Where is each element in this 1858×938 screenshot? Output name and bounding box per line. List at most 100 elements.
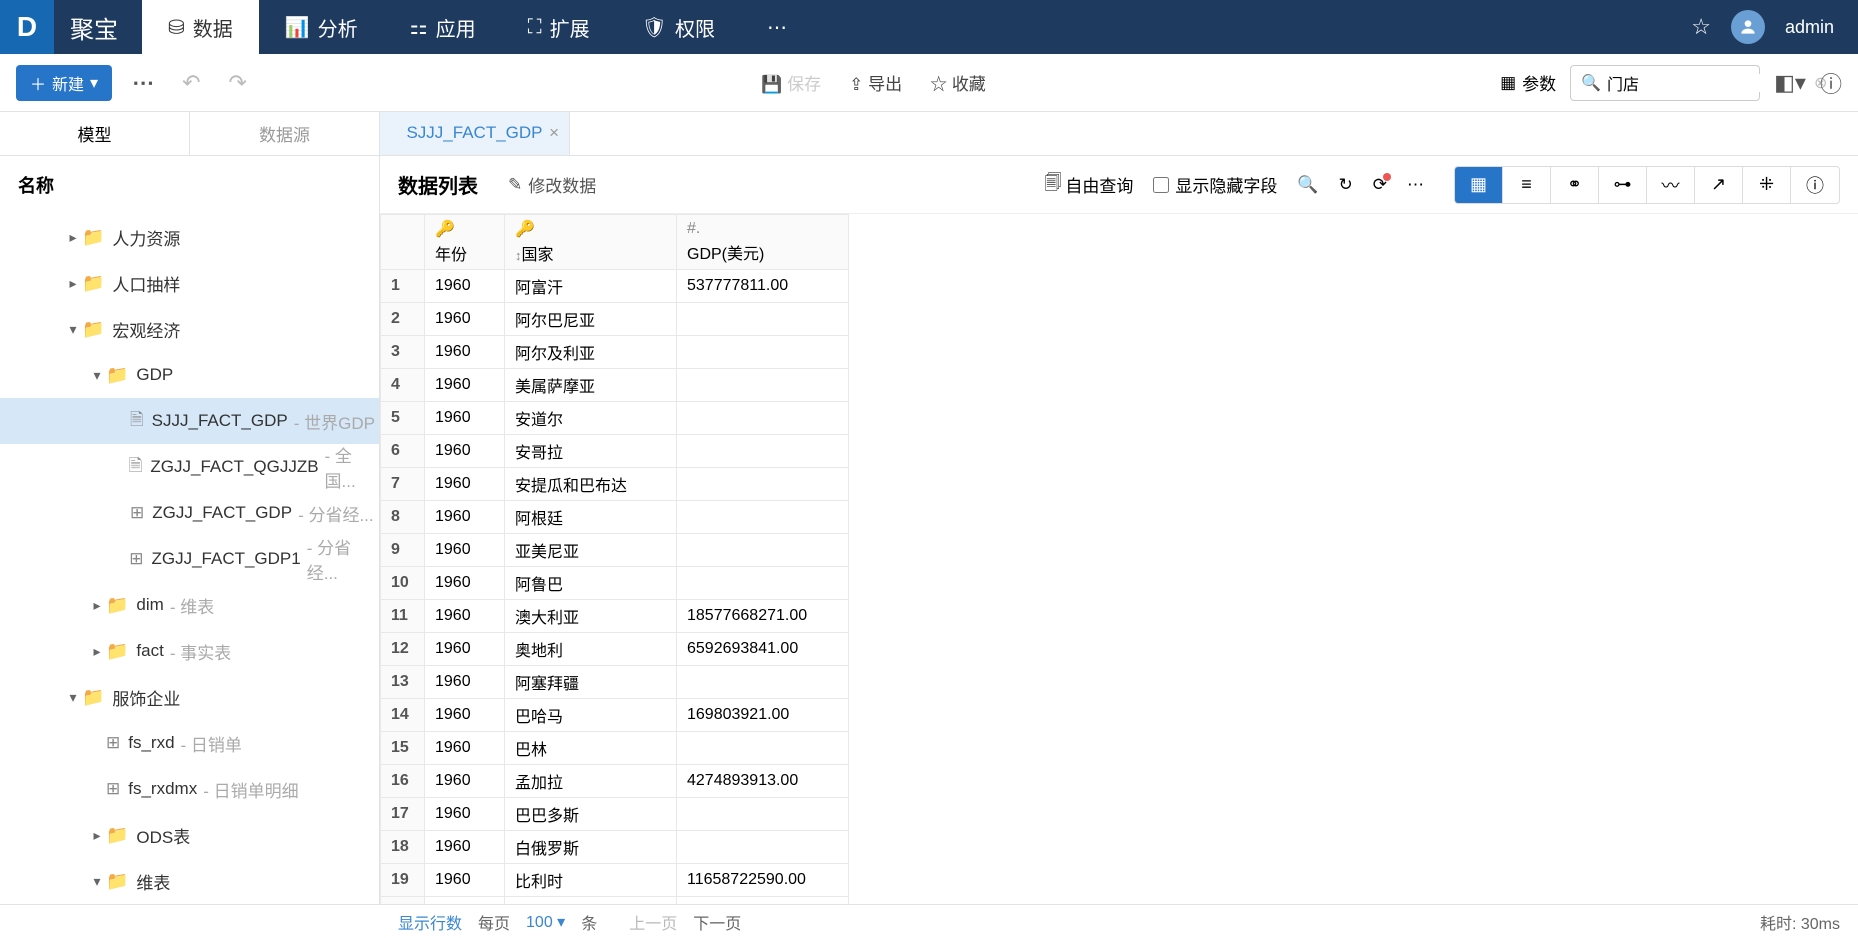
tree-label: 维表 xyxy=(136,869,170,894)
close-icon[interactable]: × xyxy=(549,123,559,143)
tree-folder[interactable]: ▾📁服饰企业 xyxy=(0,674,379,720)
view-list-button[interactable]: ≡ xyxy=(1503,167,1551,203)
export-button[interactable]: ⇪ 导出 xyxy=(849,70,902,95)
table-row[interactable]: 171960巴巴多斯 xyxy=(381,798,849,831)
avatar[interactable] xyxy=(1731,10,1765,44)
cell-country: 白俄罗斯 xyxy=(505,831,677,864)
table-row[interactable]: 201960伯利兹28071888.00 xyxy=(381,897,849,905)
cell-rownum: 6 xyxy=(381,435,425,468)
more-button[interactable]: ⋯ xyxy=(1407,175,1424,195)
table-row[interactable]: 101960阿鲁巴 xyxy=(381,567,849,600)
search-button[interactable]: 🔍 xyxy=(1297,175,1318,195)
search-box[interactable]: 🔍 ⊗ xyxy=(1570,65,1760,101)
tree-folder[interactable]: ▸📁fact - 事实表 xyxy=(0,628,379,674)
nav-tab-data[interactable]: ⛁数据 xyxy=(142,0,259,54)
save-button[interactable]: 💾 保存 xyxy=(761,70,821,95)
subtab-model[interactable]: 模型 xyxy=(0,112,190,155)
tree-folder[interactable]: ▾📁维表 xyxy=(0,858,379,904)
tree-file[interactable]: ⊞ZGJJ_FACT_GDP - 分省经... xyxy=(0,490,379,536)
tree-label: 宏观经济 xyxy=(112,317,180,342)
star-icon[interactable]: ☆ xyxy=(1691,14,1711,40)
more-actions-button[interactable]: ⋯ xyxy=(132,70,154,96)
username[interactable]: admin xyxy=(1785,17,1834,38)
cell-rownum: 12 xyxy=(381,633,425,666)
top-navbar: D 聚宝 ⛁数据 📊分析 ⚏应用 ⛶扩展 🛡权限 ⋯ ☆ admin xyxy=(0,0,1858,54)
table-row[interactable]: 51960安道尔 xyxy=(381,402,849,435)
table-row[interactable]: 151960巴林 xyxy=(381,732,849,765)
tree-folder[interactable]: ▾📁宏观经济 xyxy=(0,306,379,352)
view-grid-button[interactable]: ▦ xyxy=(1455,167,1503,203)
params-button[interactable]: ▦参数 xyxy=(1500,70,1556,95)
table-row[interactable]: 111960澳大利亚18577668271.00 xyxy=(381,600,849,633)
save-icon: 💾 xyxy=(761,75,782,94)
subtab-file[interactable]: SJJJ_FACT_GDP× xyxy=(380,112,570,155)
table-row[interactable]: 191960比利时11658722590.00 xyxy=(381,864,849,897)
cell-year: 1960 xyxy=(425,699,505,732)
export-icon: ⇪ xyxy=(849,75,863,94)
tree-folder[interactable]: ▸📁ODS表 xyxy=(0,812,379,858)
view-info-button[interactable]: ⓘ xyxy=(1791,167,1839,203)
elapsed-label: 耗时: 30ms xyxy=(1760,910,1840,934)
table-row[interactable]: 121960奥地利6592693841.00 xyxy=(381,633,849,666)
nav-tab-more[interactable]: ⋯ xyxy=(741,0,813,54)
tree-file[interactable]: 🗎ZGJJ_FACT_QGJJZB - 全国... xyxy=(0,444,379,490)
table-row[interactable]: 131960阿塞拜疆 xyxy=(381,666,849,699)
tree-folder[interactable]: ▸📁人力资源 xyxy=(0,214,379,260)
tree-folder[interactable]: ▸📁dim - 维表 xyxy=(0,582,379,628)
cell-year: 1960 xyxy=(425,501,505,534)
tree-file[interactable]: ⊞fs_rxdmx - 日销单明细 xyxy=(0,766,379,812)
cell-rownum: 9 xyxy=(381,534,425,567)
next-page-button[interactable]: 下一页 xyxy=(693,910,741,934)
content-title: 数据列表 xyxy=(398,170,478,199)
app-brand: 聚宝 xyxy=(54,10,142,45)
layout-toggle-button[interactable]: ◧▾ xyxy=(1774,70,1806,96)
table-row[interactable]: 181960白俄罗斯 xyxy=(381,831,849,864)
col-country[interactable]: 🔑↕国家 xyxy=(505,215,677,270)
redo-button[interactable]: ↷ xyxy=(229,70,247,96)
view-graph-button[interactable]: ⊶ xyxy=(1599,167,1647,203)
prev-page-button[interactable]: 上一页 xyxy=(629,910,677,934)
modify-data-button[interactable]: ✎修改数据 xyxy=(508,172,596,197)
view-wave-button[interactable]: 〰 xyxy=(1647,167,1695,203)
favorite-button[interactable]: ☆ 收藏 xyxy=(930,70,986,95)
subtab-datasource[interactable]: 数据源 xyxy=(190,112,380,155)
table-row[interactable]: 61960安哥拉 xyxy=(381,435,849,468)
table-row[interactable]: 41960美属萨摩亚 xyxy=(381,369,849,402)
table-row[interactable]: 21960阿尔巴尼亚 xyxy=(381,303,849,336)
number-icon: #. xyxy=(687,220,838,238)
tree-file[interactable]: ⊞fs_rxd - 日销单 xyxy=(0,720,379,766)
new-button[interactable]: ＋新建▾ xyxy=(16,65,112,101)
tree-folder[interactable]: ▸📁人口抽样 xyxy=(0,260,379,306)
show-hidden-checkbox[interactable]: 显示隐藏字段 xyxy=(1153,172,1277,197)
tree-folder[interactable]: ▾📁GDP xyxy=(0,352,379,398)
nav-tab-extend[interactable]: ⛶扩展 xyxy=(502,0,616,54)
view-relation-button[interactable]: ⚭ xyxy=(1551,167,1599,203)
table-row[interactable]: 71960安提瓜和巴布达 xyxy=(381,468,849,501)
table-wrap[interactable]: 🔑年份 🔑↕国家 #.GDP(美元) 11960阿富汗537777811.002… xyxy=(380,214,1858,904)
table-row[interactable]: 161960孟加拉4274893913.00 xyxy=(381,765,849,798)
cell-year: 1960 xyxy=(425,798,505,831)
nav-tab-app[interactable]: ⚏应用 xyxy=(384,0,502,54)
nav-tab-perm[interactable]: 🛡权限 xyxy=(616,0,741,54)
refresh-button[interactable]: ↻ xyxy=(1339,175,1353,195)
view-trend-button[interactable]: ↗ xyxy=(1695,167,1743,203)
table-row[interactable]: 11960阿富汗537777811.00 xyxy=(381,270,849,303)
table-row[interactable]: 81960阿根廷 xyxy=(381,501,849,534)
refresh-all-button[interactable]: ⟳ xyxy=(1373,175,1387,195)
tree-file[interactable]: ⊞ZGJJ_FACT_GDP1 - 分省经... xyxy=(0,536,379,582)
col-gdp[interactable]: #.GDP(美元) xyxy=(677,215,849,270)
tree-label: ZGJJ_FACT_GDP1 xyxy=(151,549,300,569)
page-size-select[interactable]: 100 ▾ xyxy=(526,912,565,932)
free-query-button[interactable]: 🗐自由查询 xyxy=(1044,170,1133,199)
table-row[interactable]: 91960亚美尼亚 xyxy=(381,534,849,567)
cell-gdp xyxy=(677,831,849,864)
table-row[interactable]: 141960巴哈马169803921.00 xyxy=(381,699,849,732)
col-year[interactable]: 🔑年份 xyxy=(425,215,505,270)
view-scatter-button[interactable]: ⁜ xyxy=(1743,167,1791,203)
info-button[interactable]: ⓘ xyxy=(1820,67,1842,99)
show-rows-link[interactable]: 显示行数 xyxy=(398,910,462,934)
nav-tab-analysis[interactable]: 📊分析 xyxy=(259,0,384,54)
tree-file[interactable]: 🗎SJJJ_FACT_GDP - 世界GDP xyxy=(0,398,379,444)
undo-button[interactable]: ↶ xyxy=(182,70,200,96)
table-row[interactable]: 31960阿尔及利亚 xyxy=(381,336,849,369)
